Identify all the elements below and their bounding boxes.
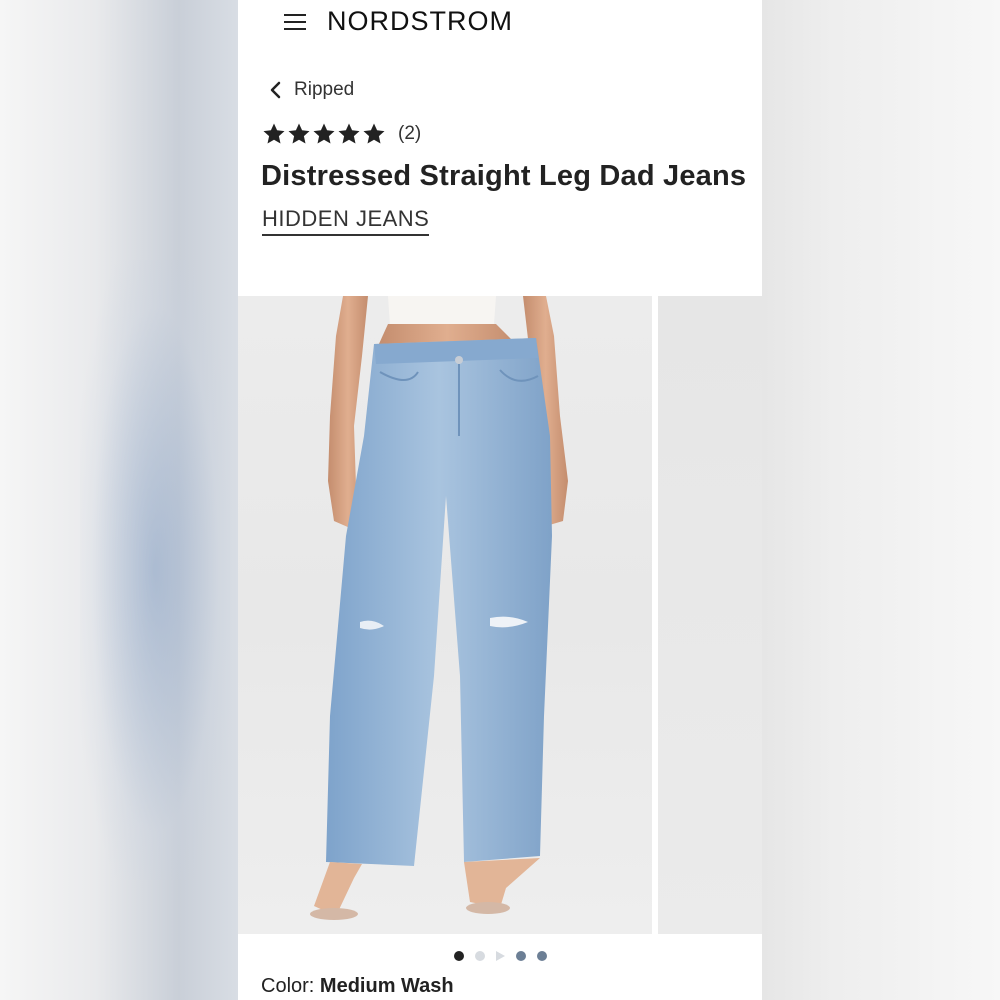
gallery-dot[interactable] [453, 951, 464, 961]
star-icon [263, 123, 285, 144]
top-navigation-bar: NORDSTROM [238, 0, 762, 44]
blurred-backdrop-right [762, 0, 1000, 1000]
jeans-model-photo [310, 296, 568, 920]
color-value: Medium Wash [319, 975, 454, 997]
product-image-gallery[interactable] [238, 296, 762, 934]
breadcrumb-back-link[interactable]: Ripped [268, 78, 354, 102]
review-count: (2) [398, 123, 422, 144]
star-icon [338, 123, 360, 144]
product-page: NORDSTROM Ripped (2) Distressed Straight… [238, 0, 762, 1000]
gallery-dot[interactable] [515, 951, 526, 961]
star-rating [262, 122, 387, 146]
product-image-next-peek[interactable] [658, 296, 762, 934]
hamburger-menu-icon[interactable] [282, 11, 308, 31]
gallery-dot[interactable] [474, 951, 485, 961]
blurred-backdrop-left [0, 0, 238, 1000]
chevron-left-icon [270, 81, 281, 99]
brand-logo[interactable]: NORDSTROM [327, 6, 513, 37]
gallery-dot[interactable] [536, 951, 547, 961]
gallery-pagination [238, 948, 762, 964]
star-icon [363, 123, 385, 144]
star-icon [288, 123, 310, 144]
color-label: Color: [261, 975, 315, 997]
breadcrumb-label: Ripped [294, 79, 355, 100]
star-icon [313, 123, 335, 144]
gallery-video-play-icon[interactable] [495, 951, 505, 961]
color-selector: Color: Medium Wash [261, 975, 454, 998]
product-rating[interactable]: (2) [262, 122, 421, 146]
product-brand-link[interactable]: HIDDEN JEANS [262, 206, 430, 236]
product-title: Distressed Straight Leg Dad Jeans [261, 160, 747, 192]
product-image-main[interactable] [238, 296, 652, 934]
